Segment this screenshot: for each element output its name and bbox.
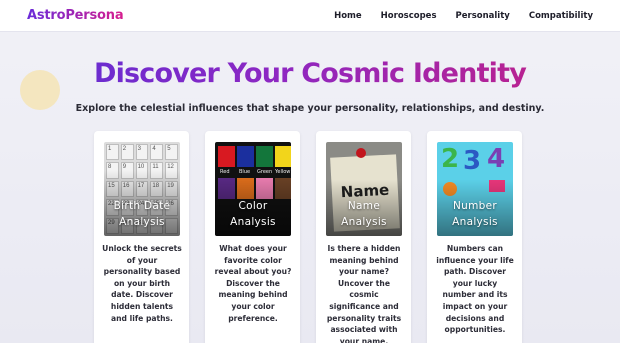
hero-subtitle: Explore the celestial influences that sh… <box>75 103 545 114</box>
hero-title: Discover Your Cosmic Identity <box>0 58 620 89</box>
card-name-analysis[interactable]: Name Name Analysis Is there a hidden mea… <box>316 131 411 343</box>
blue-swatch <box>237 146 254 167</box>
yellow-swatch <box>275 146 291 167</box>
nav-horoscopes[interactable]: Horoscopes <box>381 11 437 21</box>
card-title-line1: Name <box>347 200 381 212</box>
push-pin-icon <box>356 148 366 158</box>
card-title-line1: Birth Date <box>113 200 171 212</box>
card-image-title: Name Analysis <box>326 198 402 230</box>
swatch-label: Red <box>220 169 230 175</box>
card-title-line2: Analysis <box>230 216 276 228</box>
card-image-title: Number Analysis <box>437 198 513 230</box>
card-image-title: Color Analysis <box>215 198 291 230</box>
digit-graphic: 2 <box>441 144 460 174</box>
card-color-analysis[interactable]: Red Blue Green Yellow Color Analysis Wha… <box>205 131 300 343</box>
card-description: Is there a hidden meaning behind your na… <box>326 244 402 343</box>
brand-logo[interactable]: AstroPersona <box>27 8 124 23</box>
calendar-image[interactable]: 12345 8 9 10 11 12 15 16 17 18 19 22 23 24 25 26 29 3… <box>104 142 180 236</box>
red-swatch <box>218 146 235 167</box>
digit-graphic: 3 <box>463 146 482 176</box>
colorful-numbers-image[interactable]: 2 3 4 Number Analysis <box>437 142 513 236</box>
card-description: What does your favorite color reveal abo… <box>214 244 292 323</box>
card-title-line1: Color <box>238 200 268 212</box>
card-description: Unlock the secrets of your personality b… <box>102 244 182 323</box>
nav-compatibility[interactable]: Compatibility <box>529 11 593 21</box>
card-number-analysis[interactable]: 2 3 4 Number Analysis Numbers can influe… <box>427 131 522 343</box>
card-title-line2: Analysis <box>119 216 165 228</box>
pinned-note-image[interactable]: Name Name Analysis <box>326 142 402 236</box>
green-swatch <box>256 146 273 167</box>
card-title-line2: Analysis <box>452 216 498 228</box>
toy-shape <box>489 180 505 192</box>
color-swatches-image[interactable]: Red Blue Green Yellow Color Analysis <box>215 142 291 236</box>
orange-swatch <box>237 178 254 199</box>
main-nav: Home Horoscopes Personality Compatibilit… <box>334 11 593 21</box>
card-title-line2: Analysis <box>341 216 387 228</box>
card-birth-date-analysis[interactable]: 12345 8 9 10 11 12 15 16 17 18 19 22 23 24 25 26 29 3… <box>94 131 189 343</box>
toy-shape <box>443 182 457 196</box>
digit-graphic: 4 <box>487 144 506 174</box>
card-description: Numbers can influence your life path. Di… <box>436 244 514 335</box>
nav-personality[interactable]: Personality <box>456 11 510 21</box>
swatch-label: Blue <box>239 169 251 175</box>
purple-swatch <box>218 178 235 199</box>
swatch-label: Yellow <box>275 169 291 175</box>
pink-swatch <box>256 178 273 199</box>
swatch-label: Green <box>257 169 273 175</box>
top-navbar: AstroPersona Home Horoscopes Personality… <box>0 0 620 32</box>
card-title-line1: Number <box>453 200 497 212</box>
nav-home[interactable]: Home <box>334 11 362 21</box>
brown-swatch <box>275 178 291 199</box>
card-image-title: Birth Date Analysis <box>104 198 180 230</box>
